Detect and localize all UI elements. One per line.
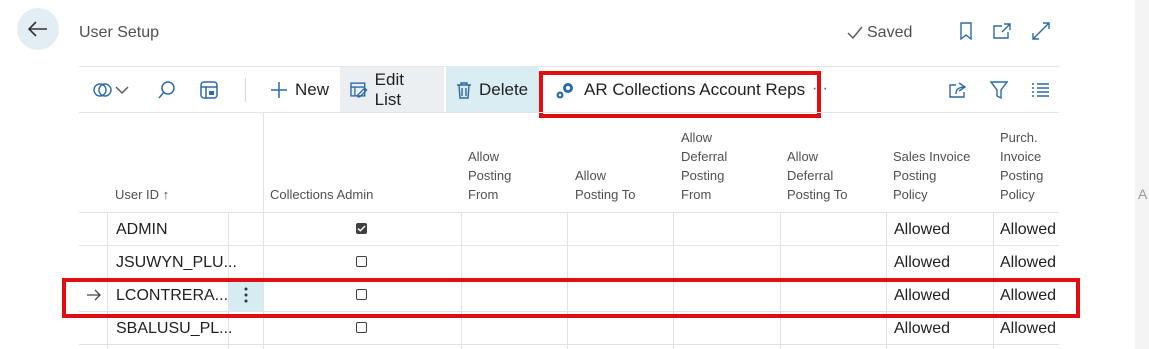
cell-user-id[interactable]: SBALUSU_PL... [116, 320, 233, 338]
saved-label: Saved [867, 24, 913, 41]
col-divider [263, 113, 264, 349]
cell-purch-policy[interactable]: Allowed [1000, 320, 1056, 338]
open-new-window-icon[interactable] [991, 20, 1013, 42]
side-panel-edge [1135, 0, 1149, 349]
row-divider [79, 311, 1059, 312]
col-divider [993, 212, 994, 349]
saved-status: Saved [847, 24, 912, 42]
puzzle-gear-icon [556, 83, 573, 99]
col-divider [567, 212, 568, 349]
col-header-allow-posting-from[interactable]: Allow Posting From [468, 147, 511, 204]
cell-purch-policy[interactable]: Allowed [1000, 254, 1056, 272]
toolbar-separator [245, 78, 246, 102]
expand-icon[interactable] [1030, 20, 1052, 42]
list-icon[interactable] [1029, 79, 1051, 101]
row-divider [79, 278, 1059, 279]
plus-icon [271, 82, 287, 98]
edit-list-label: Edit List [374, 70, 404, 109]
row-actions-menu-button[interactable] [229, 279, 263, 311]
collections-admin-checkbox[interactable] [356, 256, 367, 267]
col-header-user-id[interactable]: User ID ↑ [115, 185, 169, 204]
row-divider [79, 344, 1059, 345]
more-actions-button[interactable]: ··· [812, 80, 828, 98]
cell-sales-policy[interactable]: Allowed [894, 287, 950, 305]
cell-sales-policy[interactable]: Allowed [894, 221, 950, 239]
vertical-ellipsis-icon [244, 287, 248, 303]
cell-sales-policy[interactable]: Allowed [894, 254, 950, 272]
cell-user-id[interactable]: ADMIN [116, 221, 168, 239]
col-divider [673, 212, 674, 349]
ar-collections-button[interactable]: AR Collections Account Reps [545, 67, 835, 113]
col-header-deferral-from[interactable]: Allow Deferral Posting From [681, 128, 727, 204]
col-divider [461, 212, 462, 349]
new-label: New [295, 80, 330, 99]
edit-list-button[interactable]: Edit List [340, 67, 444, 113]
col-header-collections-admin[interactable]: Collections Admin [270, 185, 373, 204]
side-panel-fragment: A [1138, 186, 1148, 202]
cell-purch-policy[interactable]: Allowed [1000, 287, 1056, 305]
header-bottom-border [79, 212, 1059, 213]
analysis-icon[interactable] [197, 79, 221, 101]
back-button[interactable] [17, 8, 59, 50]
share-icon[interactable] [947, 79, 969, 101]
col-divider [780, 212, 781, 349]
col-header-allow-posting-to[interactable]: Allow Posting To [575, 166, 635, 204]
edit-list-icon [350, 82, 368, 98]
cell-sales-policy[interactable]: Allowed [894, 320, 950, 338]
collections-admin-checkbox[interactable] [356, 289, 367, 300]
cell-user-id[interactable]: LCONTRERA... [116, 287, 228, 305]
checkmark-icon [847, 26, 863, 40]
filter-icon[interactable] [988, 79, 1010, 101]
col-divider [886, 212, 887, 349]
new-button[interactable]: New [260, 67, 340, 113]
col-header-sales-policy[interactable]: Sales Invoice Posting Policy [893, 147, 970, 204]
grid-top-border [79, 112, 1059, 113]
page-title: User Setup [79, 24, 160, 41]
chevron-down-icon [115, 86, 129, 94]
collections-admin-checkbox[interactable] [356, 223, 367, 234]
delete-button[interactable]: Delete [446, 67, 539, 113]
col-divider [107, 212, 108, 349]
col-header-purch-policy[interactable]: Purch. Invoice Posting Policy [1000, 128, 1043, 204]
cell-purch-policy[interactable]: Allowed [1000, 221, 1056, 239]
ar-collections-label: AR Collections Account Reps [584, 80, 806, 99]
collections-admin-checkbox[interactable] [356, 322, 367, 333]
row-indicator-arrow-icon [86, 288, 102, 306]
cell-user-id[interactable]: JSUWYN_PLU... [116, 254, 237, 272]
trash-icon [457, 82, 471, 99]
views-icon [93, 83, 112, 97]
back-arrow-icon [28, 21, 47, 37]
col-header-deferral-to[interactable]: Allow Deferral Posting To [787, 147, 847, 204]
views-button[interactable] [90, 79, 132, 101]
bookmark-icon[interactable] [955, 20, 977, 42]
row-divider [79, 245, 1059, 246]
delete-label: Delete [479, 80, 529, 99]
search-icon[interactable] [155, 79, 179, 101]
